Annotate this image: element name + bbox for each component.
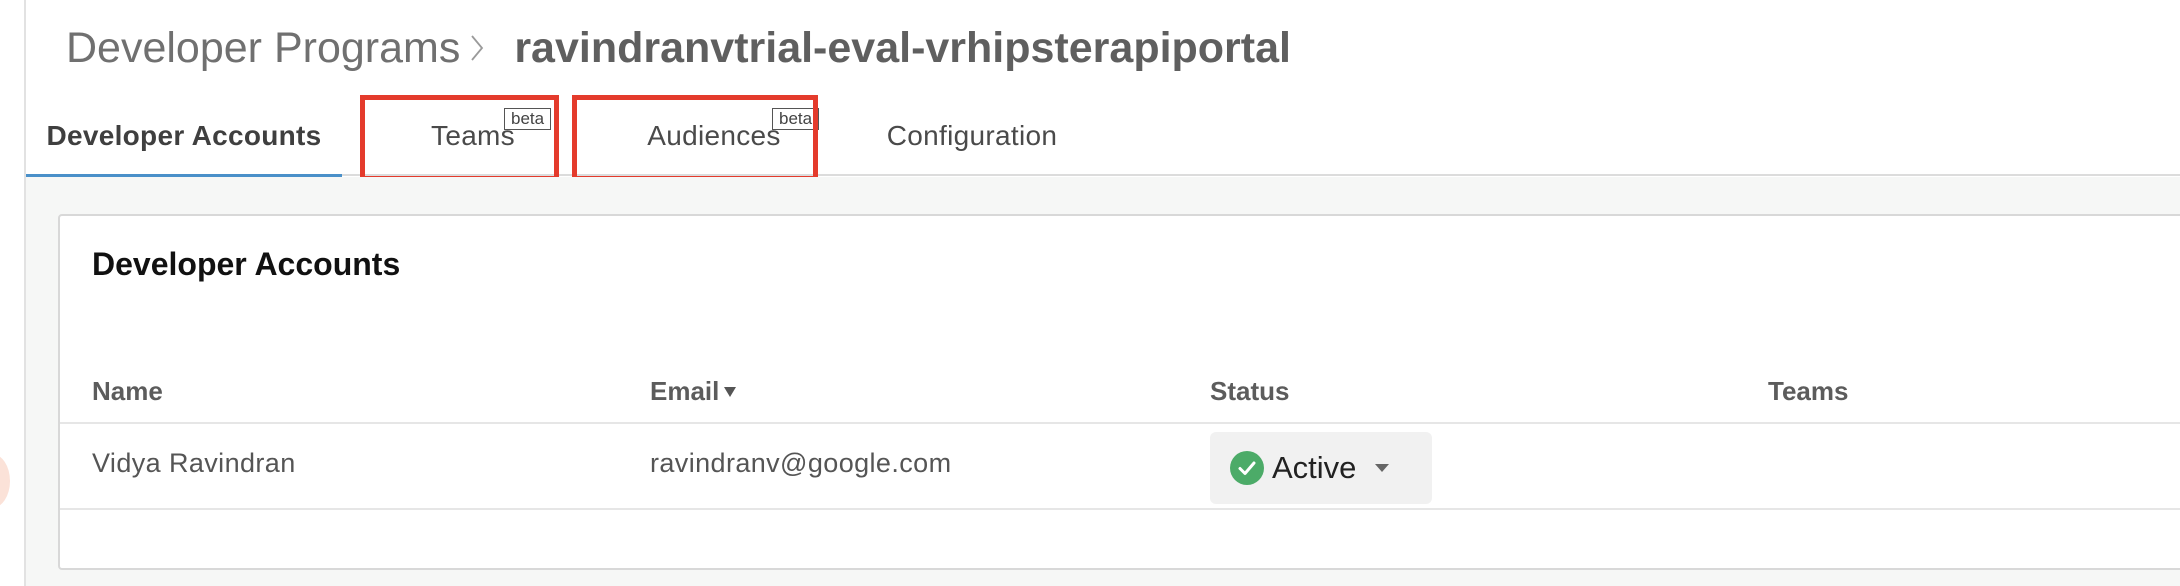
developer-accounts-card: Developer Accounts Name Email Status Tea… — [58, 214, 2180, 570]
breadcrumb-developer-programs-link[interactable]: Developer Programs — [66, 24, 460, 73]
status-dropdown[interactable]: Active — [1210, 432, 1432, 504]
tab-label: Developer Accounts — [46, 120, 322, 151]
tab-configuration[interactable]: Configuration — [862, 96, 1082, 176]
tab-label: Configuration — [886, 120, 1058, 151]
column-header-status[interactable]: Status — [1210, 376, 1289, 407]
column-header-email[interactable]: Email — [650, 376, 737, 407]
floating-avatar-edge — [0, 454, 10, 508]
table-divider — [60, 508, 2180, 510]
tab-bar: Developer Accounts Teams beta Audiences … — [26, 96, 2180, 178]
beta-badge: beta — [504, 108, 552, 130]
page-title: ravindranvtrial-eval-vrhipsterapiportal — [514, 23, 1291, 72]
cell-email: ravindranv@google.com — [650, 448, 952, 478]
column-header-email-label: Email — [650, 376, 720, 406]
tab-label: Audiences — [647, 120, 781, 151]
table-divider — [60, 422, 2180, 424]
tab-label: Teams — [431, 120, 515, 151]
tab-audiences[interactable]: Audiences beta — [572, 96, 856, 176]
sort-down-icon — [723, 385, 737, 399]
tab-teams[interactable]: Teams beta — [362, 96, 584, 176]
cell-name: Vidya Ravindran — [92, 448, 296, 478]
breadcrumb: Developer Programs ravindranvtrial-eval-… — [66, 18, 1291, 78]
column-header-teams[interactable]: Teams — [1768, 376, 1848, 407]
column-header-name[interactable]: Name — [92, 376, 163, 407]
status-label: Active — [1272, 450, 1357, 485]
beta-badge: beta — [772, 108, 820, 130]
check-circle-icon — [1230, 451, 1264, 485]
card-title: Developer Accounts — [92, 246, 401, 282]
caret-down-icon — [1374, 463, 1390, 473]
chevron-right-icon — [470, 33, 484, 63]
tab-developer-accounts[interactable]: Developer Accounts — [26, 96, 342, 178]
